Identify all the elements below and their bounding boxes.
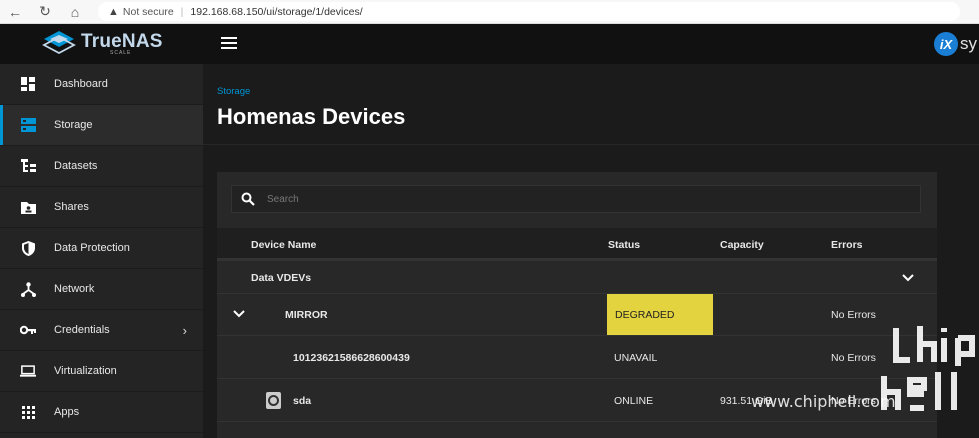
page-title: Homenas Devices xyxy=(217,104,406,129)
truenas-logo[interactable]: TrueNAS xyxy=(42,29,163,55)
sidebar-item-network[interactable]: Network xyxy=(0,269,203,310)
sidebar-item-datasets[interactable]: Datasets xyxy=(0,146,203,187)
storage-icon xyxy=(20,117,36,133)
status-text: ONLINE xyxy=(614,395,654,407)
group-row-data-vdevs[interactable]: Data VDEVs xyxy=(217,264,937,294)
shares-icon xyxy=(20,199,36,215)
search-icon xyxy=(241,192,255,206)
home-icon: ⌂ xyxy=(70,3,80,20)
address-bar[interactable]: ▲ Not secure | 192.168.68.150/ui/storage… xyxy=(98,2,960,21)
chevron-down-icon[interactable] xyxy=(902,274,914,282)
breadcrumb[interactable]: Storage xyxy=(217,86,250,97)
back-arrow-icon: ← xyxy=(8,3,22,20)
address-separator: | xyxy=(180,5,184,18)
chevron-down-icon[interactable] xyxy=(233,310,245,318)
warning-triangle-icon: ▲ xyxy=(108,5,119,18)
menu-toggle-icon[interactable] xyxy=(221,37,237,49)
sidebar-item-label: Shares xyxy=(54,201,89,213)
app-header: TrueNAS SCALE iX sy xyxy=(0,24,979,64)
sidebar-item-dashboard[interactable]: Dashboard xyxy=(0,64,203,105)
hard-disk-icon xyxy=(266,392,281,409)
sidebar-item-shares[interactable]: Shares xyxy=(0,187,203,228)
divider xyxy=(203,144,979,145)
sidebar-item-label: Credentials xyxy=(54,324,110,336)
status-text: DEGRADED xyxy=(615,308,675,321)
watermark-text: www.chiphell.com xyxy=(751,392,896,411)
apps-grid-icon xyxy=(20,404,36,420)
sidebar-item-label: Datasets xyxy=(54,160,98,172)
group-label: Data VDEVs xyxy=(251,272,312,284)
url-text: 192.168.68.150/ui/storage/1/devices/ xyxy=(190,5,363,18)
sidebar-item-label: Dashboard xyxy=(54,78,108,90)
search-box xyxy=(231,185,921,213)
column-header-errors[interactable]: Errors xyxy=(831,239,863,251)
key-icon xyxy=(20,322,36,338)
table-row[interactable]: 10123621586628600439 UNAVAIL No Errors xyxy=(217,337,937,379)
errors-value: No Errors xyxy=(831,309,876,321)
sidebar-item-virtualization[interactable]: Virtualization xyxy=(0,351,203,392)
logo-edition: SCALE xyxy=(110,50,132,56)
security-label: Not secure xyxy=(122,5,174,18)
vendor-text: sy xyxy=(960,34,977,53)
sidebar: Dashboard Storage Datasets Shares Data P… xyxy=(0,64,203,438)
chevron-right-icon: › xyxy=(182,323,187,338)
main-content: Storage Homenas Devices Device Name Stat… xyxy=(203,64,979,438)
ixsystems-logo[interactable]: iX sy xyxy=(934,32,977,56)
column-header-capacity[interactable]: Capacity xyxy=(720,239,764,251)
device-name: MIRROR xyxy=(285,309,328,321)
table-row[interactable]: MIRROR DEGRADED No Errors xyxy=(217,294,937,336)
status-text: UNAVAIL xyxy=(614,352,658,364)
errors-value: No Errors xyxy=(831,352,876,364)
home-button[interactable]: ⌂ xyxy=(60,0,90,24)
sidebar-item-data-protection[interactable]: Data Protection xyxy=(0,228,203,269)
reload-button[interactable]: ↻ xyxy=(30,0,60,24)
sidebar-item-label: Storage xyxy=(54,119,93,131)
sidebar-item-label: Apps xyxy=(54,406,80,418)
back-button[interactable]: ← xyxy=(0,0,30,24)
sidebar-item-apps[interactable]: Apps xyxy=(0,392,203,433)
dashboard-icon xyxy=(20,76,36,92)
sidebar-item-label: Network xyxy=(54,283,95,295)
device-name: sda xyxy=(293,395,312,407)
device-name: 10123621586628600439 xyxy=(293,352,410,364)
reload-icon: ↻ xyxy=(39,3,51,19)
search-input[interactable] xyxy=(267,193,867,205)
browser-toolbar: ← ↻ ⌂ ▲ Not secure | 192.168.68.150/ui/s… xyxy=(0,0,979,24)
sidebar-item-label: Virtualization xyxy=(54,365,117,377)
table-header: Device Name Status Capacity Errors xyxy=(217,228,937,261)
laptop-icon xyxy=(20,363,36,379)
column-header-status[interactable]: Status xyxy=(608,239,640,251)
sidebar-item-storage[interactable]: Storage xyxy=(0,105,203,146)
sidebar-item-label: Data Protection xyxy=(54,242,130,254)
ix-logo-icon: iX xyxy=(934,32,958,56)
sidebar-item-credentials[interactable]: Credentials › xyxy=(0,310,203,351)
shield-icon xyxy=(20,240,36,256)
network-icon xyxy=(20,281,36,297)
datasets-icon xyxy=(20,158,36,174)
status-badge: DEGRADED xyxy=(607,294,713,335)
truenas-logo-icon xyxy=(42,31,76,55)
column-header-device-name[interactable]: Device Name xyxy=(251,239,316,251)
